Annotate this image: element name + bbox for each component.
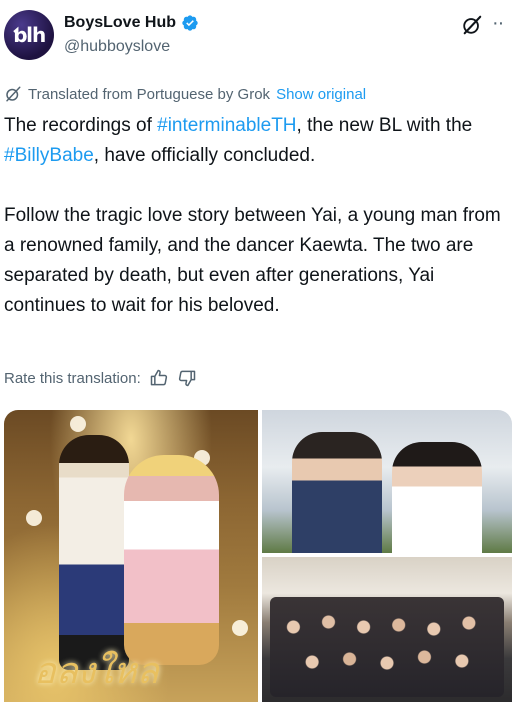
tweet-body: The recordings of #interminableTH, the n… [4, 111, 512, 321]
petal-decoration [26, 510, 42, 526]
thumbs-up-icon[interactable] [149, 368, 169, 388]
tweet-paragraph-1: The recordings of #interminableTH, the n… [4, 111, 512, 171]
display-name[interactable]: BoysLove Hub [64, 14, 176, 32]
grok-icon[interactable] [461, 14, 483, 36]
dancer-figure [124, 455, 219, 665]
avatar-logo-text: ƅlh [12, 23, 46, 47]
thumbs-down-icon[interactable] [177, 368, 197, 388]
hashtag-link[interactable]: #interminableTH [157, 115, 296, 136]
verified-badge-icon [182, 15, 198, 31]
avatar[interactable]: ƅlh [4, 10, 54, 60]
tweet-text-segment: The recordings of [4, 115, 158, 136]
translation-label: Translated from Portuguese by Grok [28, 85, 271, 103]
hashtag-link[interactable]: #BillyBabe [4, 145, 94, 166]
translation-notice: Translated from Portuguese by Grok Show … [4, 85, 366, 103]
author-name-row: BoysLove Hub [64, 14, 199, 32]
show-original-link[interactable]: Show original [276, 86, 366, 103]
rate-translation-row: Rate this translation: [4, 368, 197, 388]
actor-figure [59, 435, 129, 670]
poster-logo: อลงใหล [34, 651, 159, 692]
author-handle[interactable]: @hubboyslove [64, 38, 170, 56]
tweet-text-segment: , have officially concluded. [93, 145, 316, 166]
tweet-paragraph-2: Follow the tragic love story between Yai… [4, 205, 501, 316]
crew-group-photo[interactable] [262, 557, 512, 702]
petal-decoration [70, 416, 86, 432]
more-icon[interactable]: ·· [492, 13, 512, 36]
cast-photo[interactable] [262, 410, 512, 553]
grok-small-icon [6, 86, 21, 102]
actor-left [292, 432, 382, 553]
rate-translation-label: Rate this translation: [4, 369, 141, 387]
actor-right [392, 442, 482, 553]
petal-decoration [232, 620, 248, 636]
media-grid: อลงใหล [4, 410, 512, 702]
poster-image[interactable]: อลงใหล [4, 410, 258, 702]
crew-crowd [270, 597, 504, 697]
tweet-text-segment: , the new BL with the [296, 115, 473, 136]
